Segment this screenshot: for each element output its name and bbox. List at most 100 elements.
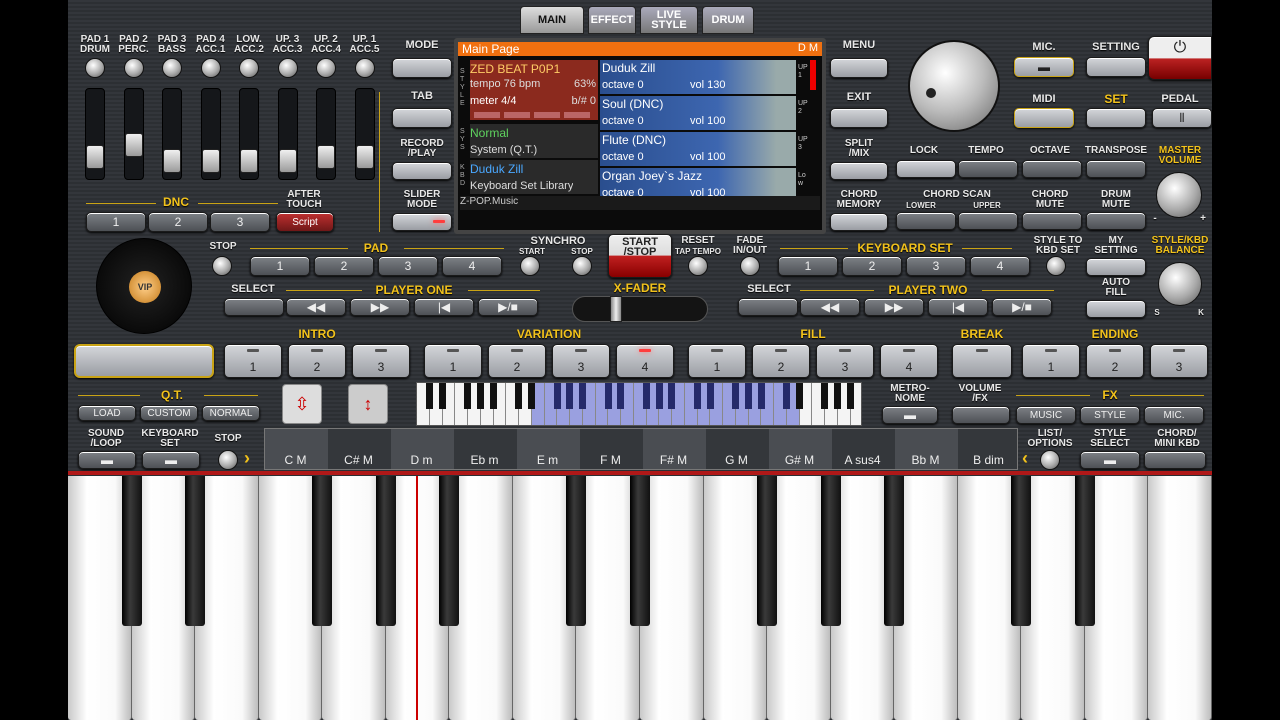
style-panel[interactable]: ZED BEAT P0P1 tempo 76 bpm 63% meter 4/4… xyxy=(470,60,598,120)
pad-knob-3[interactable] xyxy=(162,58,182,78)
player2-button-1[interactable]: ◀◀ xyxy=(800,298,860,316)
black-key[interactable] xyxy=(1074,476,1095,626)
black-key[interactable] xyxy=(820,476,841,626)
mini-keyboard[interactable] xyxy=(416,382,862,426)
keyboard-set-button-2[interactable]: 2 xyxy=(842,256,902,276)
keyboard-set-button-4[interactable]: 4 xyxy=(970,256,1030,276)
chord-pad-3[interactable]: D m xyxy=(390,430,453,470)
kbd-panel[interactable]: Duduk Zill Keyboard Set Library xyxy=(470,160,598,194)
pad-button-4[interactable]: 4 xyxy=(442,256,502,276)
black-key[interactable] xyxy=(185,476,206,626)
lock-button[interactable] xyxy=(896,160,956,178)
chord-pad-11[interactable]: Bb M xyxy=(894,430,957,470)
black-key[interactable] xyxy=(566,476,587,626)
voice-slot-3[interactable]: Flute (DNC) octave 0 vol 100 xyxy=(600,132,796,166)
fx-button-2[interactable]: STYLE xyxy=(1080,406,1140,424)
data-dial[interactable] xyxy=(908,40,1000,132)
slider-cap-7[interactable] xyxy=(317,145,335,169)
synchro-stop-knob[interactable] xyxy=(572,256,592,276)
player2-button-4[interactable]: ▶/■ xyxy=(992,298,1052,316)
set-button[interactable] xyxy=(1086,108,1146,128)
player1-button-1[interactable]: ◀◀ xyxy=(286,298,346,316)
section-break-button-1[interactable] xyxy=(952,344,1012,378)
octave-button[interactable] xyxy=(1022,160,1082,178)
system-panel[interactable]: Normal System (Q.T.) xyxy=(470,124,598,158)
black-key[interactable] xyxy=(757,476,778,626)
section-fill-button-4[interactable]: 4 xyxy=(880,344,938,378)
voice-slot-1[interactable]: Duduk Zill octave 0 vol 130 xyxy=(600,60,796,94)
slider-cap-1[interactable] xyxy=(86,145,104,169)
reset-knob[interactable] xyxy=(688,256,708,276)
black-key[interactable] xyxy=(439,476,460,626)
setting-button[interactable] xyxy=(1086,57,1146,77)
chord-scan-upper-button[interactable] xyxy=(958,212,1018,230)
pad-knob-1[interactable] xyxy=(85,58,105,78)
section-ending-button-3[interactable]: 3 xyxy=(1150,344,1208,378)
chord-mini-kbd-button[interactable] xyxy=(1144,451,1206,469)
black-key[interactable] xyxy=(1011,476,1032,626)
section-fill-button-3[interactable]: 3 xyxy=(816,344,874,378)
fade-knob[interactable] xyxy=(740,256,760,276)
black-key[interactable] xyxy=(375,476,396,626)
fx-button-1[interactable]: MUSIC xyxy=(1016,406,1076,424)
tempo-button[interactable] xyxy=(958,160,1018,178)
section-variation-button-4[interactable]: 4 xyxy=(616,344,674,378)
chord-pad-10[interactable]: A sus4 xyxy=(831,430,894,470)
pedal-button[interactable]: ⦀ xyxy=(1152,108,1212,128)
exit-button[interactable] xyxy=(830,108,888,128)
pad-knob-8[interactable] xyxy=(354,58,375,78)
section-variation-button-3[interactable]: 3 xyxy=(552,344,610,378)
stylus-icon[interactable]: ⇳ xyxy=(282,384,322,424)
tab-effect[interactable]: EFFECT xyxy=(588,6,636,34)
dnc-button-3[interactable]: 3 xyxy=(210,212,270,232)
chord-scan-lower-button[interactable] xyxy=(896,212,956,230)
chord-pad-1[interactable]: C M xyxy=(264,430,327,470)
slider-cap-3[interactable] xyxy=(163,149,181,173)
player1-button-2[interactable]: ▶▶ xyxy=(350,298,410,316)
tab-button[interactable] xyxy=(392,108,452,128)
qt-button-3[interactable]: NORMAL xyxy=(202,405,260,421)
section-variation-button-1[interactable]: 1 xyxy=(424,344,482,378)
player2-button-3[interactable]: |◀ xyxy=(928,298,988,316)
list-options-knob[interactable] xyxy=(1040,450,1060,470)
auto-fill-button[interactable] xyxy=(1086,300,1146,318)
blank-section-button[interactable] xyxy=(74,344,214,378)
player1-button-3[interactable]: |◀ xyxy=(414,298,474,316)
player2-select-button[interactable] xyxy=(738,298,798,316)
keyboard-set-bottom-button[interactable]: ▬ xyxy=(142,451,200,469)
my-setting-button[interactable] xyxy=(1086,258,1146,276)
black-key[interactable] xyxy=(121,476,142,626)
style-select-button[interactable]: ▬ xyxy=(1080,451,1140,469)
synchro-start-knob[interactable] xyxy=(520,256,540,276)
tab-main[interactable]: MAIN xyxy=(520,6,584,34)
section-intro-button-1[interactable]: 1 xyxy=(224,344,282,378)
chevron-left-icon[interactable]: ‹ xyxy=(1022,448,1028,469)
section-intro-button-2[interactable]: 2 xyxy=(288,344,346,378)
chord-pad-2[interactable]: C# M xyxy=(327,430,390,470)
slider-cap-6[interactable] xyxy=(278,149,297,173)
slider-cap-2[interactable] xyxy=(124,133,143,157)
split-mix-button[interactable] xyxy=(830,162,888,180)
transpose-button[interactable] xyxy=(1086,160,1146,178)
chevron-right-icon[interactable]: › xyxy=(244,448,250,469)
keyboard-set-button-3[interactable]: 3 xyxy=(906,256,966,276)
pad-button-1[interactable]: 1 xyxy=(250,256,310,276)
section-ending-button-2[interactable]: 2 xyxy=(1086,344,1144,378)
chord-pad-9[interactable]: G# M xyxy=(768,430,831,470)
style-kbd-balance-knob[interactable] xyxy=(1158,262,1202,306)
section-fill-button-1[interactable]: 1 xyxy=(688,344,746,378)
qt-button-2[interactable]: CUSTOM xyxy=(140,405,198,421)
slider-mode-button[interactable] xyxy=(392,213,452,231)
chord-memory-button[interactable] xyxy=(830,213,888,231)
start-stop-button[interactable]: START /STOP xyxy=(608,234,672,278)
black-key[interactable] xyxy=(312,476,333,626)
white-key[interactable] xyxy=(1148,476,1212,720)
black-key[interactable] xyxy=(884,476,905,626)
voice-slot-2[interactable]: Soul (DNC) octave 0 vol 100 xyxy=(600,96,796,130)
slider-cap-4[interactable] xyxy=(201,149,220,173)
dnc-button-2[interactable]: 2 xyxy=(148,212,208,232)
mode-button[interactable] xyxy=(392,58,452,78)
tab-live-style[interactable]: LIVE STYLE xyxy=(640,6,698,34)
slider-cap-5[interactable] xyxy=(240,149,258,173)
chord-pad-7[interactable]: F# M xyxy=(642,430,705,470)
